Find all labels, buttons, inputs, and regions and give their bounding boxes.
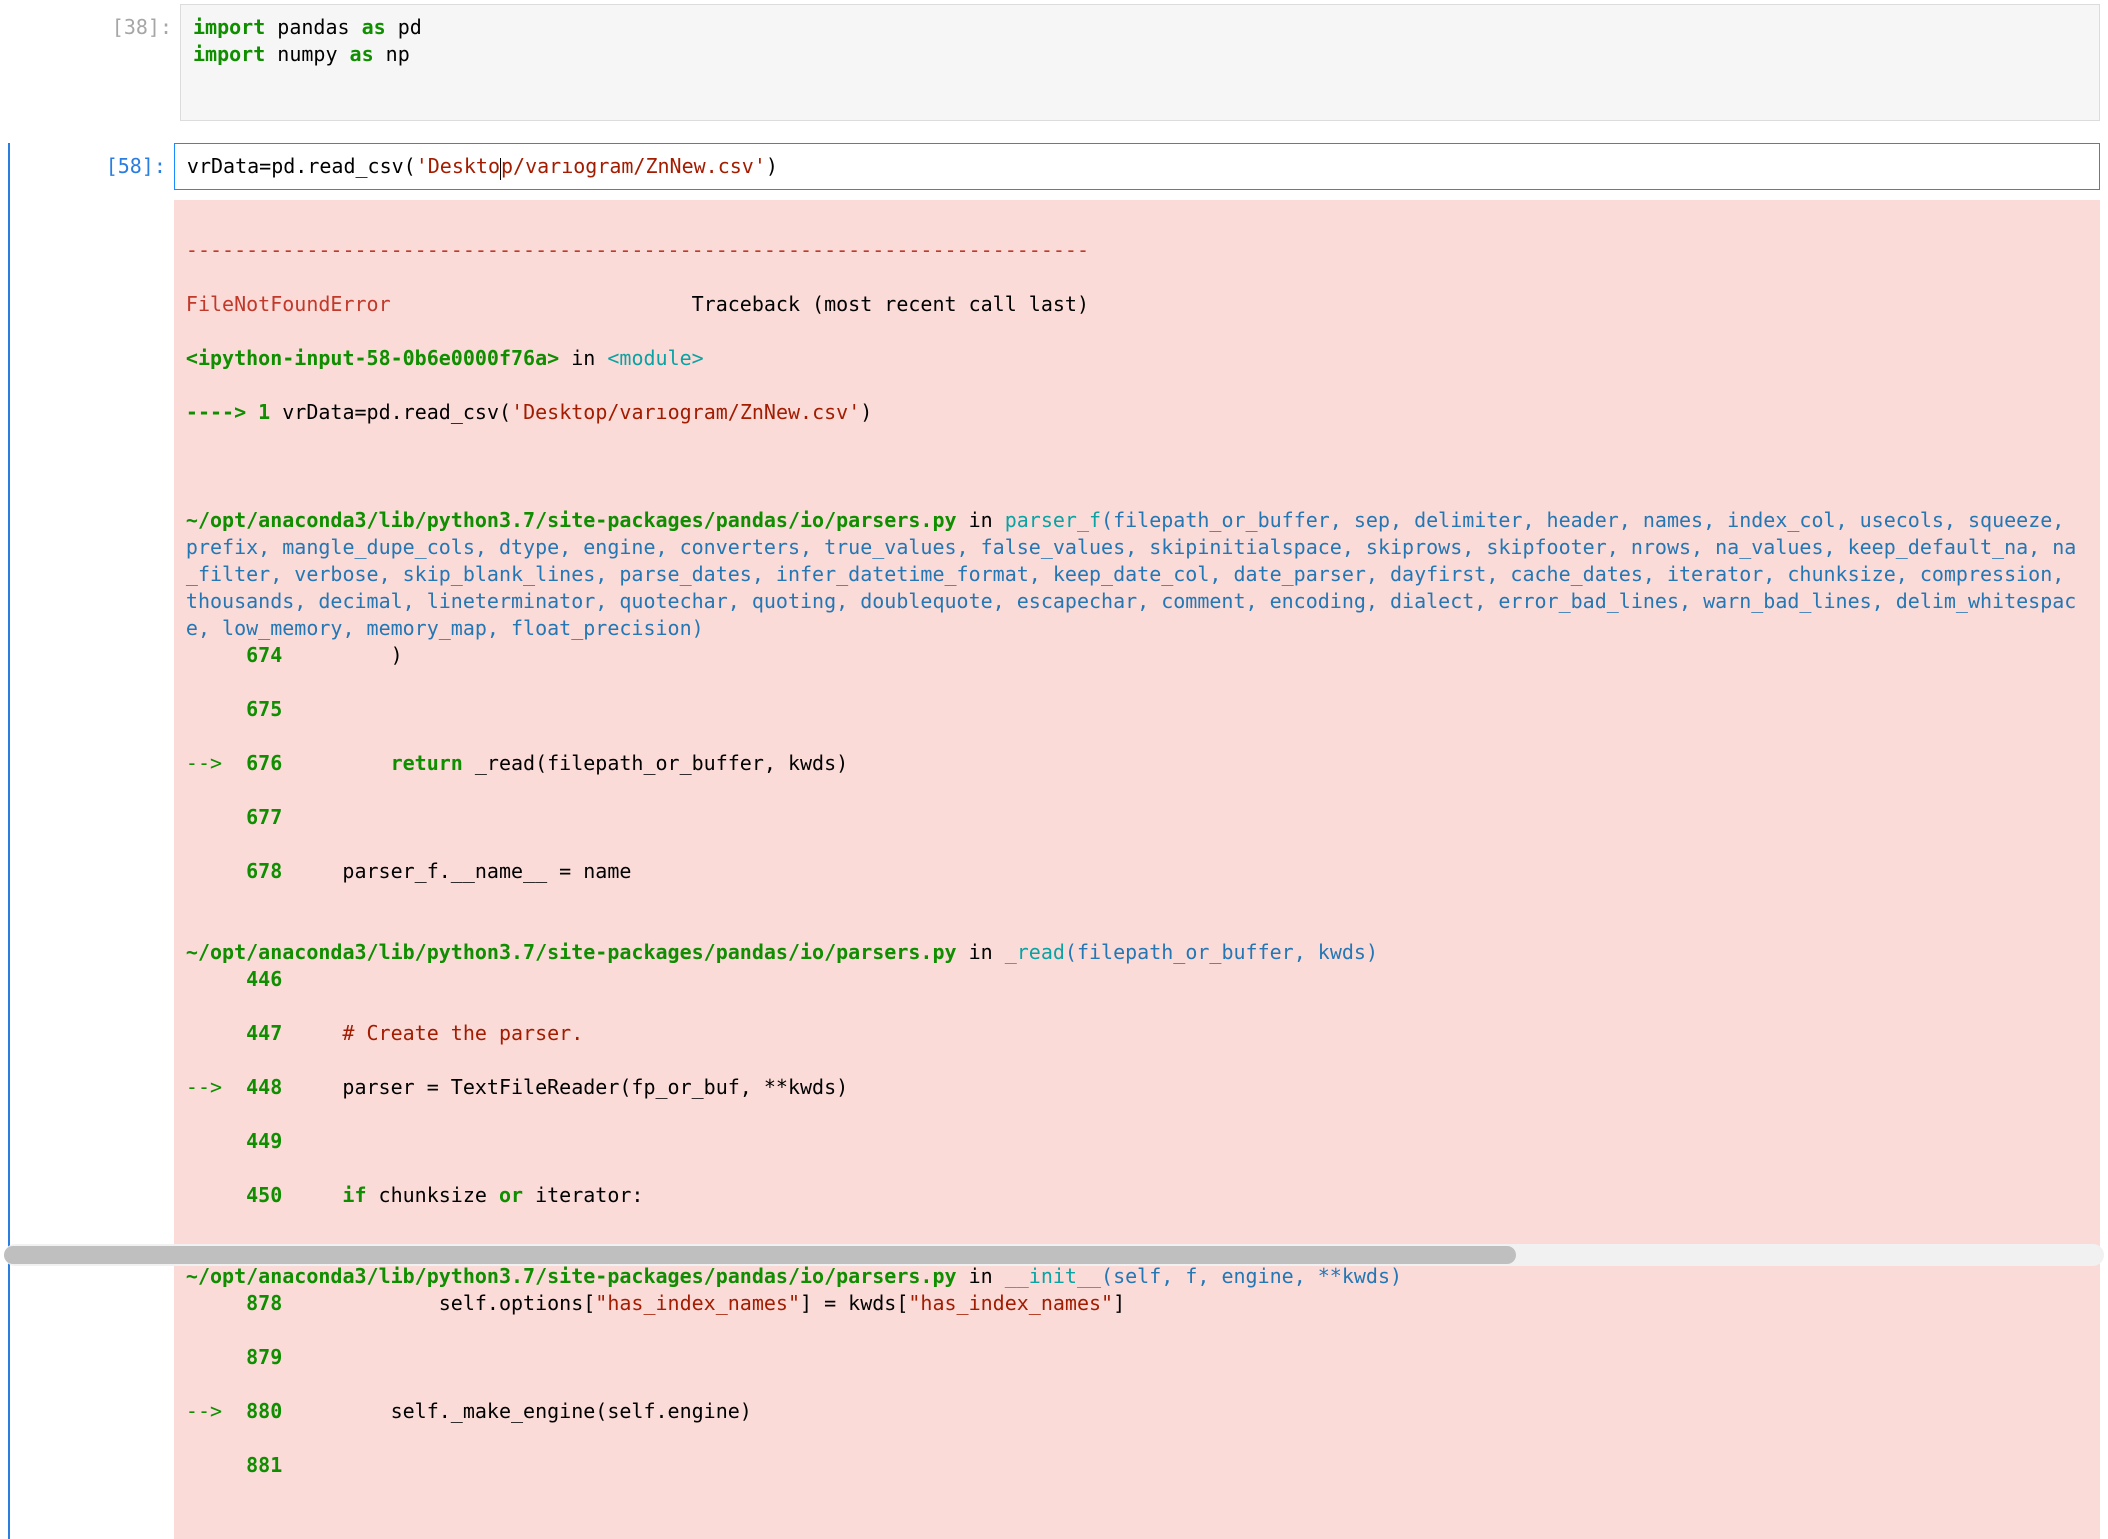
horizontal-scrollbar[interactable] bbox=[4, 1244, 2104, 1266]
code-line: import numpy as np bbox=[193, 41, 2087, 68]
code-line: vrData=pd.read_csv('Desktop/varıogram/Zn… bbox=[187, 153, 2087, 180]
run-indicator-cell-38 bbox=[8, 4, 16, 121]
prompt-cell-38: [38]: bbox=[20, 4, 180, 41]
cell-58[interactable]: [58]: vrData=pd.read_csv('Desktop/varıog… bbox=[8, 143, 2100, 1539]
run-indicator-cell-58 bbox=[8, 143, 10, 1539]
hscrollbar-thumb[interactable] bbox=[4, 1246, 1516, 1264]
prompt-cell-58: [58]: bbox=[14, 143, 174, 180]
notebook: [38]: import pandas as pd import numpy a… bbox=[0, 0, 2108, 1539]
input-area-cell-58[interactable]: vrData=pd.read_csv('Desktop/varıogram/Zn… bbox=[174, 143, 2100, 190]
code-line: import pandas as pd bbox=[193, 14, 2087, 41]
cell-38[interactable]: [38]: import pandas as pd import numpy a… bbox=[8, 4, 2100, 121]
input-area-cell-38[interactable]: import pandas as pd import numpy as np bbox=[180, 4, 2100, 121]
error-output-cell-58: ----------------------------------------… bbox=[174, 200, 2100, 1539]
hscrollbar-track bbox=[4, 1244, 2104, 1266]
